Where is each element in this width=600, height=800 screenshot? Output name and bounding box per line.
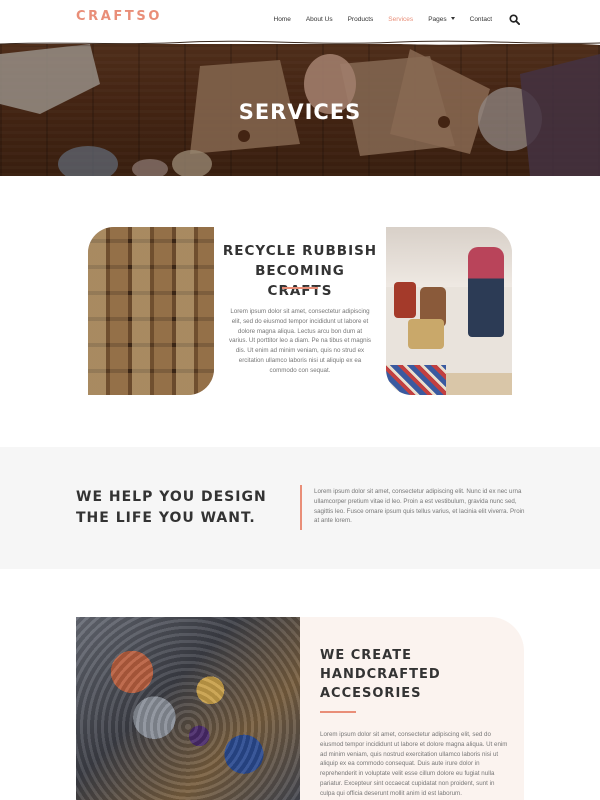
- section3-title-line2: HANDCRAFTED: [320, 667, 441, 682]
- section3-divider: [320, 711, 356, 713]
- nav-item-pages-label: Pages: [428, 16, 447, 23]
- section1-title-line1: RECYCLE RUBBISH: [222, 243, 378, 259]
- section3-text: Lorem ipsum dolor sit amet, consectetur …: [320, 731, 508, 797]
- hero-torn-edge: [0, 36, 600, 48]
- craft-shop-image: [386, 227, 512, 395]
- section2-accent-bar: [300, 485, 302, 530]
- site-logo[interactable]: CRAFTSO: [76, 9, 162, 24]
- search-icon[interactable]: [509, 14, 520, 25]
- design-section: WE HELP YOU DESIGN THE LIFE YOU WANT. Lo…: [0, 447, 600, 569]
- main-nav: Home About Us Products Services Pages Co…: [266, 0, 500, 40]
- section1-divider: [282, 287, 318, 289]
- section2-title-line2: THE LIFE YOU WANT.: [76, 510, 256, 526]
- nav-item-home[interactable]: Home: [274, 0, 291, 40]
- section2-title: WE HELP YOU DESIGN THE LIFE YOU WANT.: [76, 487, 276, 529]
- section3-title: WE CREATE HANDCRAFTED ACCESORIES: [320, 646, 510, 703]
- section2-title-line1: WE HELP YOU DESIGN: [76, 489, 267, 505]
- section1-title: RECYCLE RUBBISH BECOMING CRAFTS: [222, 241, 378, 301]
- page-title: SERVICES: [238, 100, 362, 124]
- nav-item-pages[interactable]: Pages: [428, 0, 455, 40]
- recycle-paper-image: [88, 227, 214, 395]
- section2-text: Lorem ipsum dolor sit amet, consectetur …: [314, 488, 525, 525]
- section3-title-line3: ACCESORIES: [320, 686, 422, 701]
- jewelry-image: [76, 617, 300, 800]
- nav-item-contact[interactable]: Contact: [470, 0, 492, 40]
- chevron-down-icon: [450, 17, 455, 20]
- section3-title-line1: WE CREATE: [320, 648, 412, 663]
- hero-banner: SERVICES: [0, 44, 600, 176]
- section1-title-line2: BECOMING CRAFTS: [255, 263, 345, 299]
- section1-text: Lorem ipsum dolor sit amet, consectetur …: [228, 308, 372, 374]
- nav-item-about-us[interactable]: About Us: [306, 0, 333, 40]
- nav-item-services[interactable]: Services: [381, 0, 421, 40]
- nav-item-products[interactable]: Products: [348, 0, 374, 40]
